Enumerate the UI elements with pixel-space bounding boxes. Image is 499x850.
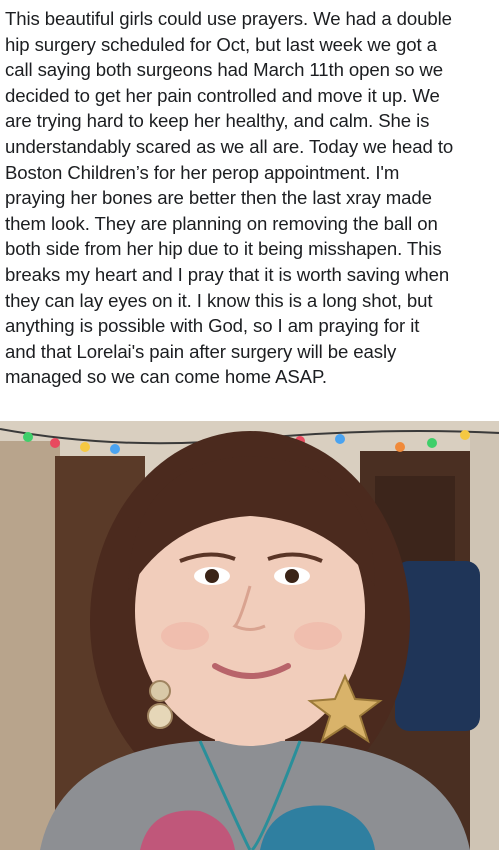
pupil-left <box>205 569 219 583</box>
light-bulb <box>80 442 90 452</box>
light-bulb <box>23 432 33 442</box>
light-bulb <box>395 442 405 452</box>
earring-left-bead <box>147 703 173 729</box>
light-bulb <box>110 444 120 454</box>
post-card: This beautiful girls could use prayers. … <box>0 0 499 850</box>
light-bulb <box>50 438 60 448</box>
girl-portrait-image <box>0 421 499 850</box>
post-photo[interactable] <box>0 421 499 850</box>
pupil-right <box>285 569 299 583</box>
light-bulb <box>335 434 345 444</box>
earring-left <box>149 680 171 702</box>
light-bulb <box>460 430 470 440</box>
left-wall-panel <box>0 441 60 850</box>
post-body-text: This beautiful girls could use prayers. … <box>5 8 454 388</box>
light-bulb <box>427 438 437 448</box>
cheek-left <box>161 622 209 650</box>
cheek-right <box>294 622 342 650</box>
